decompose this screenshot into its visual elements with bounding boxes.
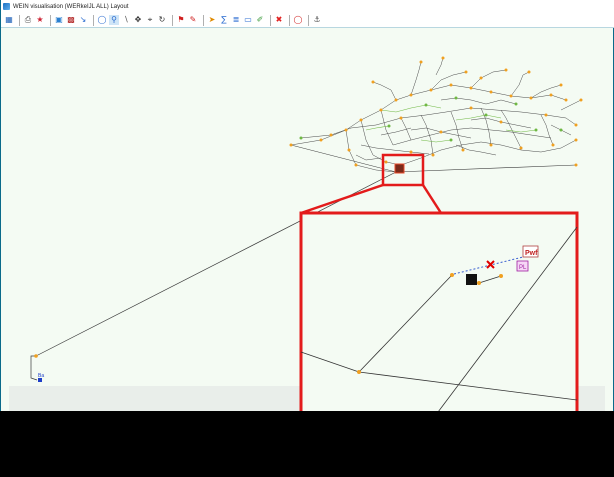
zoom-node[interactable] (357, 370, 361, 374)
zoom-selected-node[interactable] (466, 274, 477, 285)
zoom-node[interactable] (450, 273, 454, 277)
taskbar-area (0, 411, 614, 477)
pwf-label: Pwf (525, 250, 538, 257)
app-window: WEIN visualisation (WERkeIJL ALL) Layout… (0, 0, 614, 450)
zoom-node[interactable] (499, 274, 503, 278)
zoom-node[interactable] (477, 281, 481, 285)
zoom-inset: Pwf PL (299, 211, 579, 450)
pl-label: PL (519, 265, 527, 271)
